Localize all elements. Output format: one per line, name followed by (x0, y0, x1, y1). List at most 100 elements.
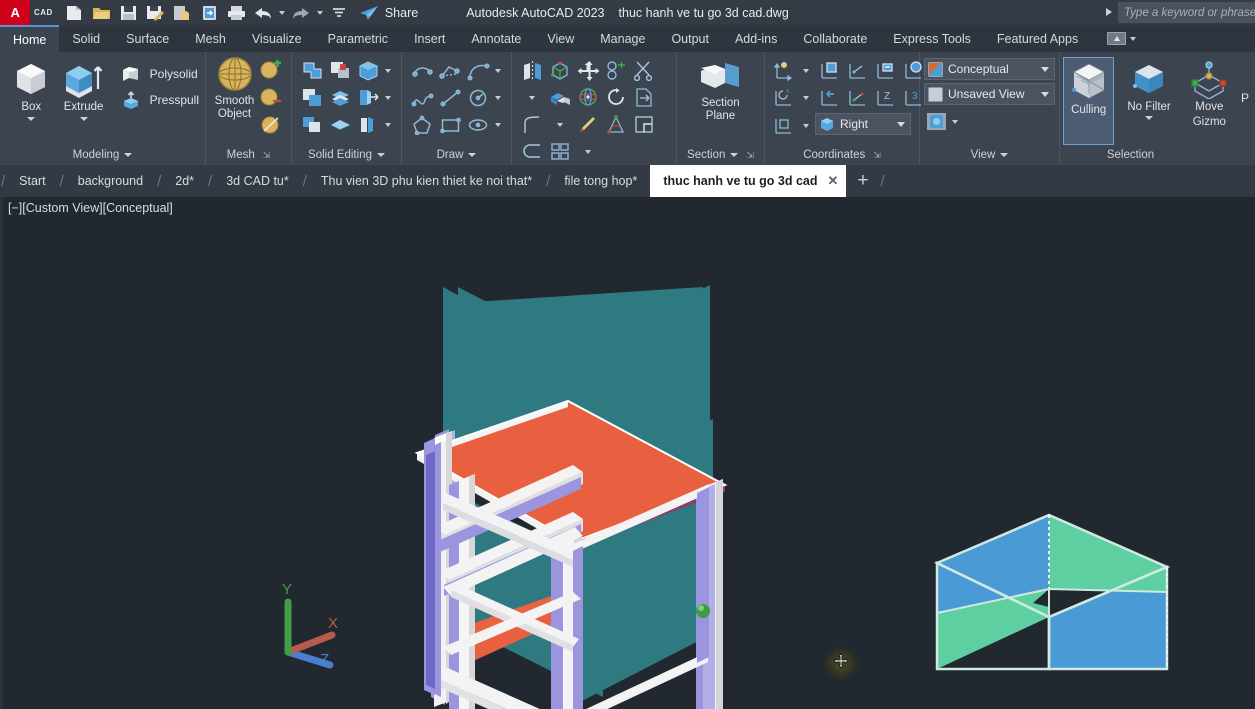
ucs-rotate-dropdown-icon[interactable] (803, 95, 809, 100)
spline-icon[interactable] (408, 84, 436, 111)
panel-title-coordinates[interactable]: Coordinates ⇲ (765, 147, 919, 165)
modify-dropdown-2-icon[interactable] (557, 122, 563, 127)
circle-icon[interactable] (464, 84, 492, 111)
viewport-config-icon[interactable] (924, 108, 948, 135)
smooth-more-icon[interactable] (257, 56, 285, 83)
tab-home[interactable]: Home (0, 25, 60, 52)
draw-dropdown-2-icon[interactable] (495, 95, 501, 100)
close-icon[interactable]: ✕ (828, 173, 839, 189)
export-icon[interactable] (169, 0, 196, 25)
cloud-sync-icon[interactable] (196, 0, 223, 25)
flatshot-icon[interactable] (574, 111, 602, 138)
draw-dropdown-1-icon[interactable] (495, 68, 501, 73)
rectangle-icon[interactable] (436, 111, 464, 138)
tab-solid[interactable]: Solid (59, 25, 113, 52)
tab-parametric[interactable]: Parametric (315, 25, 401, 52)
subtract-icon[interactable] (326, 57, 354, 84)
ucs-object-icon[interactable] (871, 57, 899, 84)
undo-icon[interactable] (250, 0, 277, 25)
application-menu-button[interactable]: A (0, 0, 30, 25)
new-drawing-icon[interactable] (61, 0, 88, 25)
workspace-switch-icon[interactable] (1107, 25, 1137, 52)
tab-annotate[interactable]: Annotate (458, 25, 534, 52)
undo-dropdown-icon[interactable] (277, 0, 288, 25)
doc-tab-thuc-hanh-ve-tu-go-3d-cad[interactable]: thuc hanh ve tu go 3d cad ✕ (650, 165, 847, 197)
doc-tab-background[interactable]: background (65, 165, 156, 197)
box-dropdown-icon[interactable] (27, 117, 36, 121)
tab-collaborate[interactable]: Collaborate (790, 25, 880, 52)
polyline-icon[interactable] (408, 57, 436, 84)
3d-polyline-icon[interactable] (436, 57, 464, 84)
line-icon[interactable] (436, 84, 464, 111)
polygon-icon[interactable] (408, 111, 436, 138)
3d-rotate-circle-icon[interactable] (602, 84, 630, 111)
3d-rotate-icon[interactable] (574, 84, 602, 111)
no-filter-dropdown-icon[interactable] (1145, 116, 1154, 120)
refine-mesh-icon[interactable] (257, 112, 285, 139)
ucs-named-icon[interactable] (815, 57, 843, 84)
polysolid-button[interactable]: Polysolid (117, 61, 199, 87)
ucs-display-dropdown-icon[interactable] (803, 123, 809, 128)
tab-add-ins[interactable]: Add-ins (722, 25, 790, 52)
tab-manage[interactable]: Manage (587, 25, 658, 52)
customize-qat-icon[interactable] (326, 0, 353, 25)
selection-overflow-label[interactable]: P (1241, 57, 1249, 105)
separate-icon[interactable] (298, 111, 326, 138)
view-orientation-combo[interactable]: Right (815, 113, 911, 135)
help-search-input[interactable]: Type a keyword or phrase (1118, 2, 1255, 23)
panel-title-draw[interactable]: Draw (402, 147, 511, 165)
doc-tab-2d[interactable]: 2d* (162, 165, 207, 197)
ucs-origin-dropdown-icon[interactable] (803, 68, 809, 73)
tab-surface[interactable]: Surface (113, 25, 182, 52)
ucs-previous-icon[interactable] (815, 84, 843, 111)
search-expand-icon[interactable] (1106, 8, 1112, 16)
tab-view[interactable]: View (534, 25, 587, 52)
move-gizmo-button[interactable]: Move Gizmo (1180, 57, 1239, 129)
named-view-combo[interactable]: Unsaved View (924, 83, 1055, 105)
ucs-icon-display-icon[interactable] (769, 112, 797, 139)
smooth-less-icon[interactable] (257, 84, 285, 111)
tab-output[interactable]: Output (658, 25, 722, 52)
solid-editing-dropdown-3-icon[interactable] (385, 122, 391, 127)
extrude-dropdown-icon[interactable] (79, 117, 88, 121)
ucs-3point-icon[interactable] (843, 84, 871, 111)
extrude-face-modify-icon[interactable] (546, 84, 574, 111)
tab-featured-apps[interactable]: Featured Apps (984, 25, 1091, 52)
share-button[interactable]: Share (359, 5, 418, 21)
modify-dropdown-3-icon[interactable] (585, 149, 591, 154)
ucs-z-axis-icon[interactable]: Z (871, 84, 899, 111)
3d-array-icon[interactable] (602, 57, 630, 84)
open-box-3d-solid[interactable] (3, 197, 1255, 709)
extrude-button[interactable]: Extrude (57, 57, 111, 121)
3d-mirror-icon[interactable] (518, 57, 546, 84)
tab-insert[interactable]: Insert (401, 25, 458, 52)
extend-icon[interactable] (518, 138, 546, 165)
culling-button[interactable]: Culling (1063, 57, 1115, 145)
chamfer-edge-icon[interactable] (630, 111, 658, 138)
solid-editing-dropdown-1-icon[interactable] (385, 68, 391, 73)
panel-title-solid-editing[interactable]: Solid Editing (292, 147, 401, 165)
presspull-button[interactable]: Presspull (117, 87, 199, 113)
modify-dropdown-1-icon[interactable] (529, 95, 535, 100)
panel-title-mesh[interactable]: Mesh ⇲ (206, 147, 291, 165)
no-filter-button[interactable]: No Filter (1118, 57, 1179, 120)
tab-visualize[interactable]: Visualize (239, 25, 315, 52)
panel-title-view[interactable]: View (920, 147, 1059, 165)
doc-tab-3d-cad-tu[interactable]: 3d CAD tu* (213, 165, 302, 197)
tab-express-tools[interactable]: Express Tools (880, 25, 984, 52)
intersect-icon[interactable] (354, 57, 382, 84)
trim-icon[interactable] (630, 57, 658, 84)
union-icon[interactable] (298, 57, 326, 84)
save-as-icon[interactable] (142, 0, 169, 25)
ucs-face-icon[interactable] (843, 57, 871, 84)
panel-title-modeling[interactable]: Modeling (0, 147, 205, 165)
ucs-rotate-x-icon[interactable]: x (769, 84, 797, 111)
array-icon[interactable] (546, 138, 574, 165)
imprint-icon[interactable] (354, 111, 382, 138)
3d-scale-icon[interactable] (602, 111, 630, 138)
ucs-origin-icon[interactable] (769, 57, 797, 84)
viewport-config-dropdown-icon[interactable] (952, 119, 958, 124)
offset-icon[interactable] (630, 84, 658, 111)
ellipse-icon[interactable] (464, 111, 492, 138)
visual-style-combo[interactable]: Conceptual (924, 58, 1055, 80)
